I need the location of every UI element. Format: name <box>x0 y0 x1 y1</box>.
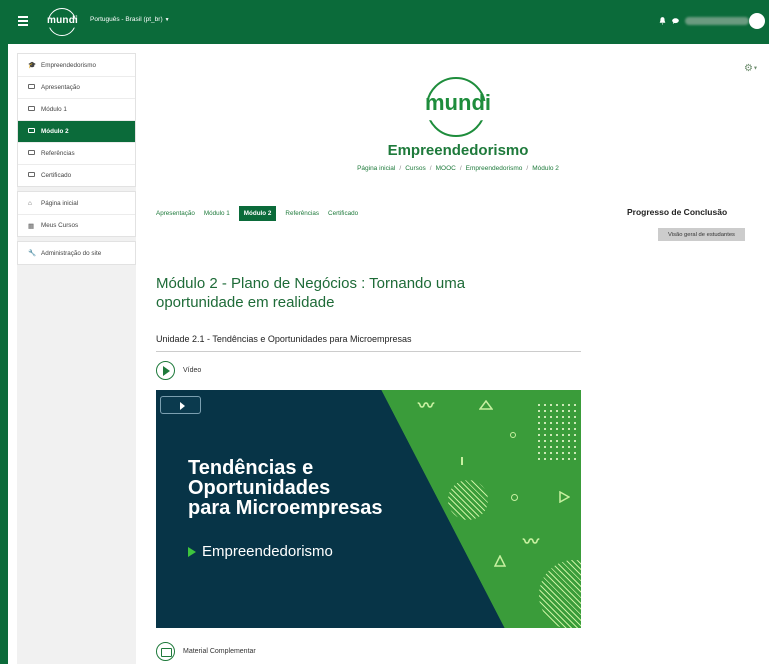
sidebar-item-label: Certificado <box>41 172 72 179</box>
sidebar-item-label: Administração do site <box>41 249 102 257</box>
unit-title: Unidade 2.1 - Tendências e Oportunidades… <box>156 334 412 344</box>
play-triangle-shape <box>559 491 570 503</box>
sidebar-item-home[interactable]: ⌂ Página inicial <box>18 192 135 214</box>
tab-referencias[interactable]: Referências <box>285 207 319 220</box>
wave-shape: 〰 <box>418 398 435 415</box>
sidebar-item-modulo-1[interactable]: Módulo 1 <box>18 98 135 120</box>
caret-down-icon: ▼ <box>164 17 170 23</box>
video-play-button[interactable] <box>160 396 201 414</box>
video-player[interactable]: 〰 〰 Tendências e Oportunidades para Micr… <box>156 390 581 628</box>
triangle-shape <box>494 555 506 567</box>
sidebar-item-certificado[interactable]: Certificado <box>18 164 135 186</box>
section-tabs: Apresentação Módulo 1 Módulo 2 Referênci… <box>156 206 367 221</box>
progress-title: Progresso de Conclusão <box>627 207 728 217</box>
sidebar-item-referencias[interactable]: Referências <box>18 142 135 164</box>
line-shape <box>461 457 463 465</box>
book-icon <box>156 642 175 661</box>
sidebar-item-modulo-2[interactable]: Módulo 2 <box>18 120 135 142</box>
language-selector[interactable]: Português - Brasil (pt_br) ▼ <box>90 16 170 23</box>
video-subtitle: Empreendedorismo <box>188 543 333 560</box>
sidebar-item-course[interactable]: 🎓 Empreendedorismo <box>18 54 135 76</box>
tab-apresentacao[interactable]: Apresentação <box>156 207 195 220</box>
course-logo: mundi <box>425 77 491 137</box>
sidebar-item-my-courses[interactable]: ▦ Meus Cursos <box>18 214 135 236</box>
avatar[interactable] <box>749 13 765 29</box>
video-title: Tendências e Oportunidades para Microemp… <box>188 457 383 519</box>
home-icon: ⌂ <box>28 199 32 207</box>
divider <box>156 351 581 352</box>
mundi-logo[interactable]: mundi <box>47 8 78 36</box>
video-activity[interactable]: Vídeo <box>156 361 201 380</box>
circle-shape <box>511 494 518 501</box>
sidebar-item-label: Página inicial <box>41 199 79 207</box>
sidebar-item-label: Módulo 1 <box>41 106 67 113</box>
course-logo-text: mundi <box>425 90 491 115</box>
material-activity-label: Material Complementar <box>183 648 256 655</box>
site-nav-group: ⌂ Página inicial ▦ Meus Cursos <box>17 191 136 237</box>
folder-icon <box>28 150 38 157</box>
course-nav-group: 🎓 Empreendedorismo Apresentação Módulo 1… <box>17 53 136 187</box>
sidebar-item-apresentacao[interactable]: Apresentação <box>18 76 135 98</box>
logo-text: mundi <box>47 15 78 26</box>
video-play-icon <box>156 361 175 380</box>
admin-nav-group: 🔧 Administração do site <box>17 241 136 265</box>
sidebar-item-label: Referências <box>41 150 75 157</box>
chat-icon[interactable] <box>672 18 679 24</box>
sidebar-item-label: Apresentação <box>41 84 80 91</box>
breadcrumb-item-course[interactable]: Empreendedorismo <box>466 165 523 172</box>
breadcrumb-item-mooc[interactable]: MOOC <box>436 165 456 172</box>
folder-icon <box>28 128 38 135</box>
video-activity-label: Vídeo <box>183 367 202 374</box>
sidebar: 🎓 Empreendedorismo Apresentação Módulo 1… <box>17 53 136 664</box>
video-subtitle-text: Empreendedorismo <box>202 543 333 560</box>
tab-certificado[interactable]: Certificado <box>328 207 358 220</box>
page: mundi Português - Brasil (pt_br)▼ ▼ 🎓 Em… <box>0 0 769 664</box>
student-overview-button[interactable]: Visão geral de estudantes <box>658 228 745 241</box>
striped-circle-shape <box>448 480 488 520</box>
breadcrumb: Página inicial / Cursos / MOOC / Empreendedori… <box>357 165 559 172</box>
dot-pattern <box>536 402 576 464</box>
wrench-icon: 🔧 <box>28 250 37 257</box>
breadcrumb-item-home[interactable]: Página inicial <box>357 165 395 172</box>
menu-icon[interactable] <box>18 16 28 26</box>
bell-icon[interactable] <box>659 17 666 25</box>
settings-gear-icon[interactable]: ⚙▼ <box>744 63 758 74</box>
tab-modulo-1[interactable]: Módulo 1 <box>204 207 230 220</box>
wave-shape: 〰 <box>523 534 540 551</box>
user-name[interactable] <box>685 17 749 25</box>
sidebar-item-site-admin[interactable]: 🔧 Administração do site <box>18 242 135 264</box>
top-navbar: mundi Português - Brasil (pt_br)▼ ▼ <box>8 0 769 44</box>
language-label: Português - Brasil (pt_br) <box>90 16 163 23</box>
sidebar-item-label: Empreendedorismo <box>41 61 96 69</box>
tab-modulo-2[interactable]: Módulo 2 <box>238 206 277 221</box>
sidebar-item-label: Módulo 2 <box>41 128 69 135</box>
courses-icon: ▦ <box>28 222 35 230</box>
module-title: Módulo 2 - Plano de Negócios : Tornando … <box>156 275 466 311</box>
folder-icon <box>28 172 38 179</box>
material-activity[interactable]: Material Complementar <box>156 642 256 661</box>
triangle-shape <box>479 400 493 410</box>
folder-icon <box>28 106 38 113</box>
circle-shape <box>510 432 516 438</box>
breadcrumb-item-cursos[interactable]: Cursos <box>405 165 426 172</box>
graduation-cap-icon: 🎓 <box>28 62 37 69</box>
breadcrumb-item-current[interactable]: Módulo 2 <box>532 165 559 172</box>
play-arrow-icon <box>188 547 196 558</box>
sidebar-item-label: Meus Cursos <box>41 222 79 229</box>
folder-icon <box>28 84 38 91</box>
page-title: Empreendedorismo <box>387 142 529 159</box>
